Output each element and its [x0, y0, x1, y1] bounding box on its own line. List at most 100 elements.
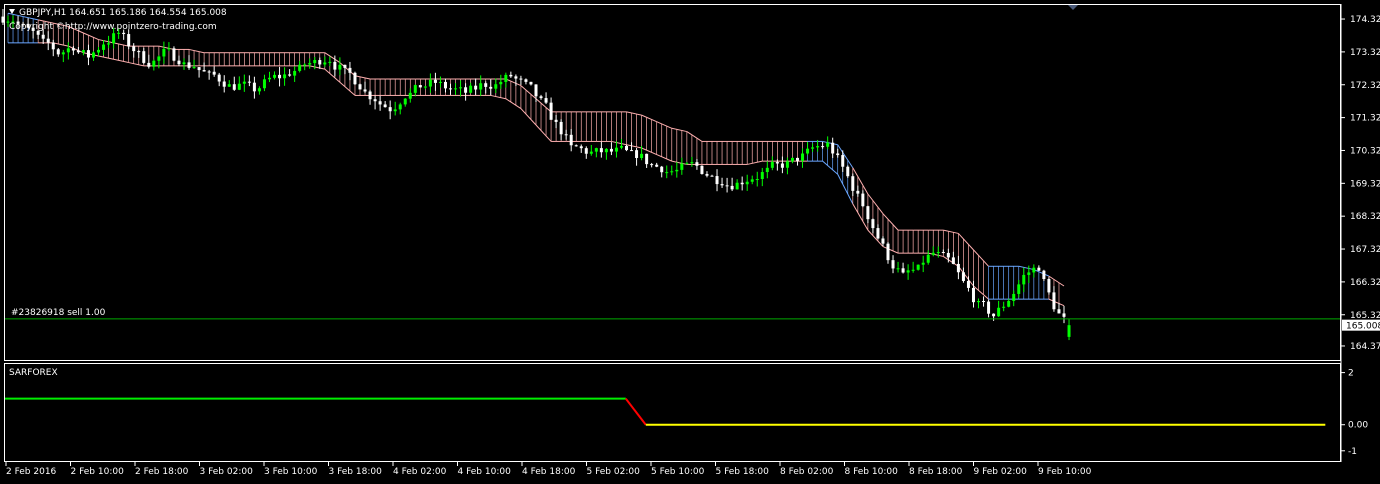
candle-body — [755, 179, 759, 181]
candle-body — [941, 252, 945, 254]
candle-body — [992, 313, 996, 317]
candle-body — [680, 163, 684, 170]
time-tick-label: 9 Feb 10:00 — [1038, 467, 1092, 477]
candle-body — [806, 148, 810, 154]
candle-body — [504, 74, 508, 82]
candle-body — [494, 84, 498, 89]
time-tick-label: 5 Feb 10:00 — [651, 467, 705, 477]
candle-body — [564, 134, 568, 136]
candle-body — [474, 85, 478, 90]
candle-body — [202, 70, 206, 72]
candle-body — [237, 83, 241, 90]
candle-body — [192, 67, 196, 69]
candle-body — [232, 84, 236, 90]
candle-body — [574, 145, 578, 147]
candle-body — [182, 62, 186, 65]
candle-body — [886, 243, 890, 261]
candle-body — [293, 70, 297, 76]
candle-body — [252, 82, 256, 92]
candle-body — [112, 33, 116, 44]
candle-body — [212, 71, 216, 75]
candle-body — [86, 50, 90, 58]
order-label: #23826918 sell 1.00 — [11, 308, 106, 318]
price-tick-label: 172.325 — [1350, 81, 1380, 91]
candle-body — [413, 85, 417, 93]
candle-body — [549, 102, 553, 120]
candle-body — [795, 157, 799, 161]
candle-body — [373, 99, 377, 102]
candle-body — [66, 48, 70, 53]
candle-body — [529, 81, 533, 85]
candle-body — [142, 51, 146, 63]
candle-body — [705, 173, 709, 176]
candle-body — [625, 145, 629, 151]
candle-body — [841, 155, 845, 167]
candle-body — [524, 79, 528, 82]
candle-body — [971, 287, 975, 303]
candle-body — [1062, 313, 1066, 317]
candle-body — [348, 67, 352, 73]
candle-body — [303, 64, 307, 66]
candle-body — [710, 175, 714, 177]
candle-body — [569, 134, 573, 146]
candle-body — [61, 52, 65, 55]
candle-body — [645, 153, 649, 165]
candle-body — [1032, 267, 1036, 273]
candle-body — [891, 260, 895, 269]
trading-chart[interactable]: #23826918 sell 1.00 GBPJPY,H1 164.651 16… — [0, 0, 1380, 484]
candle-body — [132, 46, 136, 52]
price-tick-label: 170.325 — [1350, 146, 1380, 156]
candle-body — [273, 74, 277, 78]
candle-body — [197, 67, 201, 71]
candle-body — [856, 190, 860, 194]
candle-body — [247, 81, 251, 83]
candle-body — [861, 193, 865, 207]
candle-body — [871, 219, 875, 229]
candle-body — [283, 74, 287, 79]
time-tick-label: 3 Feb 18:00 — [329, 467, 383, 477]
candle-body — [328, 61, 332, 63]
candle-body — [91, 52, 95, 58]
time-axis: 2 Feb 2016 2 Feb 10:00 2 Feb 18:00 3 Feb 02… — [5, 462, 1092, 477]
candle-body — [801, 153, 805, 161]
candle-body — [604, 148, 608, 153]
time-tick-label: 3 Feb 10:00 — [264, 467, 318, 477]
candle-body — [1067, 325, 1071, 337]
candle-body — [725, 185, 729, 187]
candle-body — [961, 272, 965, 281]
candle-body — [56, 49, 60, 55]
candle-body — [956, 263, 960, 273]
candle-body — [378, 101, 382, 105]
main-chart-frame — [4, 4, 1341, 361]
candle-body — [423, 86, 427, 88]
candle-body — [821, 146, 825, 148]
candle-body — [353, 72, 357, 85]
candle-body — [765, 167, 769, 173]
candle-body — [162, 48, 166, 57]
candle-body — [418, 85, 422, 88]
price-tick-label: 165.325 — [1350, 311, 1380, 321]
candle-body — [368, 91, 372, 100]
candle-body — [614, 147, 618, 152]
candle-body — [811, 147, 815, 149]
candle-body — [76, 50, 80, 53]
candle-body — [866, 206, 870, 220]
candle-body — [846, 166, 850, 177]
candle-body — [383, 104, 387, 108]
candle-body — [1012, 293, 1016, 301]
candle-body — [826, 142, 830, 147]
candle-body — [443, 81, 447, 89]
time-tick-label: 5 Feb 02:00 — [587, 467, 641, 477]
candle-body — [675, 169, 679, 172]
candle-body — [122, 32, 126, 35]
candle-body — [97, 49, 101, 53]
candle-body — [911, 269, 915, 271]
candle-body — [790, 157, 794, 162]
candle-body — [157, 56, 161, 61]
time-tick-label: 5 Feb 18:00 — [716, 467, 770, 477]
candle-body — [509, 74, 513, 77]
candle-body — [343, 64, 347, 68]
candle-body — [831, 142, 835, 154]
candle-body — [107, 43, 111, 45]
price-tick-label: 174.325 — [1350, 15, 1380, 25]
